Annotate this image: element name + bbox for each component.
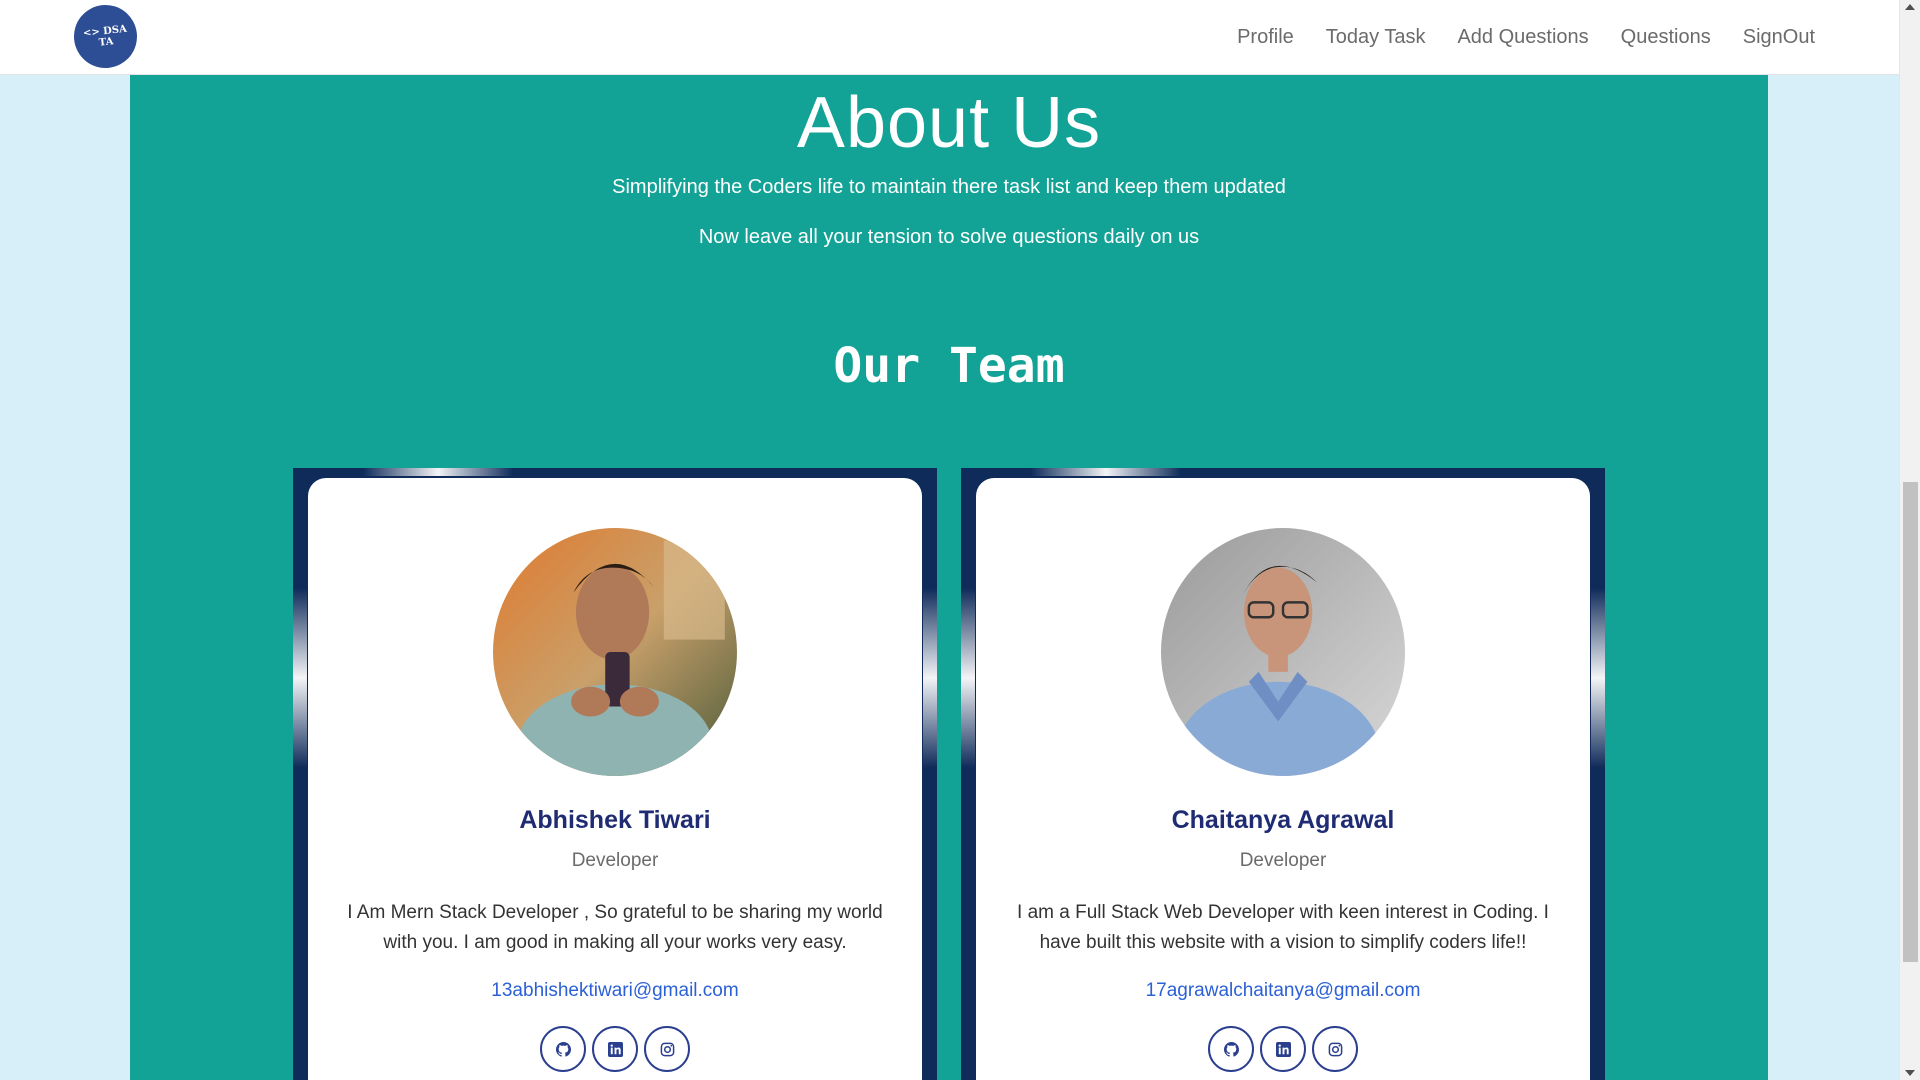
github-icon — [1223, 1041, 1239, 1057]
member-bio: I am a Full Stack Web Developer with kee… — [1017, 902, 1549, 953]
team-member-card: Abhishek Tiwari Developer I Am Mern Stac… — [308, 478, 922, 1080]
nav-link-add-questions[interactable]: Add Questions — [1457, 26, 1588, 49]
site-logo[interactable]: <> DSA TA — [70, 1, 141, 72]
navbar: <> DSA TA Profile Today Task Add Questio… — [0, 0, 1899, 75]
avatar — [493, 528, 737, 776]
member-name: Abhishek Tiwari — [519, 806, 711, 834]
nav-link-profile[interactable]: Profile — [1237, 26, 1294, 49]
nav-link-signout[interactable]: SignOut — [1743, 26, 1815, 49]
nav-link-questions[interactable]: Questions — [1621, 26, 1711, 49]
github-icon — [555, 1041, 571, 1057]
member-name: Chaitanya Agrawal — [1171, 806, 1395, 834]
avatar — [1161, 528, 1405, 776]
instagram-button[interactable] — [644, 1026, 690, 1072]
social-links — [976, 1026, 1590, 1072]
member-role: Developer — [571, 850, 659, 871]
github-button[interactable] — [1208, 1026, 1254, 1072]
logo-text-line2: TA — [98, 35, 114, 49]
team-title: Our Team — [833, 338, 1065, 394]
about-tagline: Simplifying the Coders life to maintain … — [612, 176, 1286, 198]
vertical-scrollbar[interactable] — [1899, 0, 1920, 1080]
member-email-link[interactable]: 13abhishektiwari@gmail.com — [308, 980, 922, 1002]
nav-link-today-task[interactable]: Today Task — [1326, 26, 1426, 49]
instagram-icon — [1328, 1042, 1342, 1056]
team-member-card: Chaitanya Agrawal Developer I am a Full … — [976, 478, 1590, 1080]
linkedin-button[interactable] — [1260, 1026, 1306, 1072]
about-title: About Us — [796, 83, 1102, 163]
about-subtagline: Now leave all your tension to solve ques… — [698, 226, 1200, 248]
member-bio: I Am Mern Stack Developer , So grateful … — [347, 902, 883, 953]
instagram-button[interactable] — [1312, 1026, 1358, 1072]
scroll-up-arrow-icon[interactable] — [1905, 4, 1915, 10]
scroll-down-arrow-icon[interactable] — [1905, 1070, 1915, 1076]
github-button[interactable] — [540, 1026, 586, 1072]
member-email-link[interactable]: 17agrawalchaitanya@gmail.com — [976, 980, 1590, 1002]
linkedin-button[interactable] — [592, 1026, 638, 1072]
nav-links: Profile Today Task Add Questions Questio… — [1237, 0, 1815, 75]
linkedin-icon — [607, 1041, 623, 1057]
instagram-icon — [660, 1042, 674, 1056]
linkedin-icon — [1275, 1041, 1291, 1057]
scrollbar-thumb[interactable] — [1903, 482, 1918, 962]
social-links — [308, 1026, 922, 1072]
member-role: Developer — [1239, 850, 1327, 871]
